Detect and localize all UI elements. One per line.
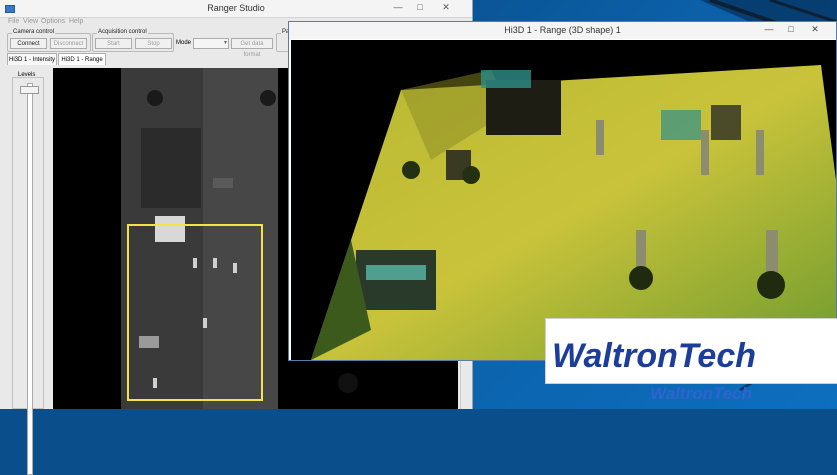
watermark-logo-main: WaltronTech bbox=[552, 337, 757, 375]
title-bar: Ranger Studio — □ ✕ bbox=[0, 0, 472, 18]
acquisition-control-label: Acquisition control bbox=[97, 29, 148, 36]
range-window-title: Hi3D 1 - Range (3D shape) 1 bbox=[504, 25, 621, 35]
levels-slider-track[interactable] bbox=[27, 83, 33, 475]
levels-label: Levels bbox=[18, 72, 36, 78]
menu-help[interactable]: Help bbox=[69, 18, 83, 25]
start-button[interactable]: Start bbox=[95, 38, 132, 49]
range-3d-render bbox=[311, 65, 836, 360]
stop-button[interactable]: Stop bbox=[135, 38, 172, 49]
tab-intensity[interactable]: Hi3D 1 - Intensity bbox=[7, 53, 57, 65]
camera-control-label: Camera control bbox=[12, 29, 56, 36]
menu-file[interactable]: File bbox=[8, 18, 19, 25]
range-close-button[interactable]: ✕ bbox=[805, 22, 825, 37]
range-3d-view[interactable] bbox=[291, 40, 836, 360]
levels-slider-handle[interactable] bbox=[20, 86, 39, 94]
connect-button[interactable]: Connect bbox=[10, 38, 47, 49]
menu-options[interactable]: Options bbox=[41, 18, 65, 25]
levels-panel: Levels bbox=[7, 66, 47, 475]
get-data-format-button[interactable]: Get data format bbox=[231, 38, 273, 58]
disconnect-button[interactable]: Disconnect bbox=[50, 38, 87, 49]
range-3d-window: Hi3D 1 - Range (3D shape) 1 — □ ✕ bbox=[288, 21, 837, 361]
watermark-logo-sub: WaltronTech bbox=[650, 384, 753, 403]
maximize-button[interactable]: □ bbox=[410, 0, 430, 15]
mode-select[interactable]: ▾ bbox=[193, 38, 229, 49]
chevron-down-icon: ▾ bbox=[223, 40, 227, 46]
range-window-title-bar: Hi3D 1 - Range (3D shape) 1 — □ ✕ bbox=[289, 22, 836, 39]
mode-label: Mode bbox=[176, 40, 192, 46]
minimize-button[interactable]: — bbox=[388, 0, 408, 15]
range-maximize-button[interactable]: □ bbox=[781, 22, 801, 37]
range-minimize-button[interactable]: — bbox=[759, 22, 779, 37]
tab-range[interactable]: Hi3D 1 - Range bbox=[58, 53, 106, 65]
close-button[interactable]: ✕ bbox=[432, 0, 460, 15]
menu-view[interactable]: View bbox=[23, 18, 38, 25]
